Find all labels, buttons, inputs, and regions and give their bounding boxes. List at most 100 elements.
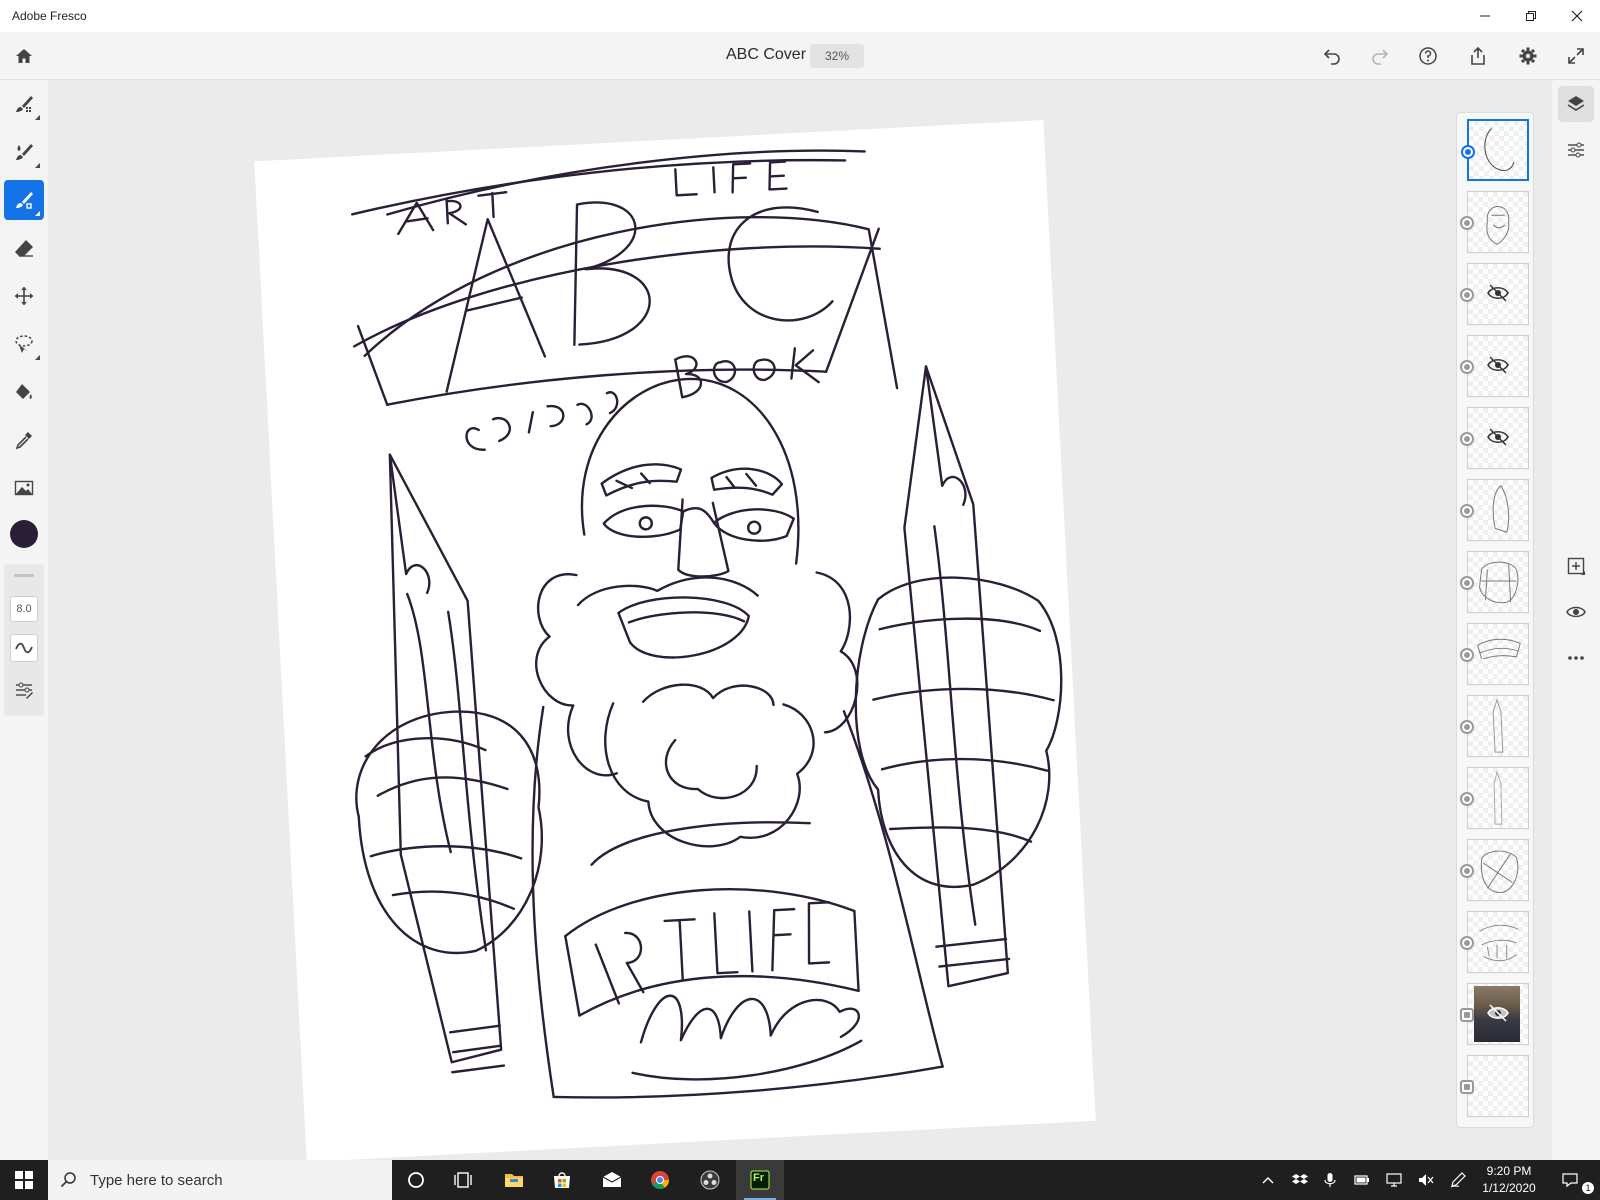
network-tray[interactable] — [1384, 1170, 1404, 1190]
minimize-button[interactable] — [1462, 0, 1508, 32]
layer-selector[interactable] — [1460, 576, 1474, 590]
microphone-icon — [1324, 1173, 1336, 1187]
chrome-button[interactable] — [636, 1160, 684, 1200]
layer-thumbnail[interactable] — [1461, 119, 1529, 181]
layer-selector[interactable] — [1460, 792, 1474, 806]
visibility-button[interactable] — [1558, 594, 1594, 630]
obs-icon — [700, 1170, 720, 1190]
right-rail — [1552, 80, 1600, 1160]
tool-fill[interactable] — [4, 372, 44, 412]
tool-place-image[interactable] — [4, 468, 44, 508]
dropbox-tray[interactable] — [1290, 1170, 1310, 1190]
tool-eraser[interactable] — [4, 228, 44, 268]
tool-vector-brush[interactable] — [4, 180, 44, 220]
layer-selector[interactable] — [1460, 216, 1474, 230]
fullscreen-button[interactable] — [1562, 42, 1590, 70]
volume-tray[interactable] — [1416, 1170, 1436, 1190]
image-layer-selector[interactable] — [1460, 1008, 1474, 1022]
pen-tray[interactable] — [1448, 1170, 1468, 1190]
layers-icon — [1567, 96, 1585, 111]
tool-eyedropper[interactable] — [4, 420, 44, 460]
layer-thumbnail[interactable] — [1460, 1055, 1529, 1117]
store-button[interactable] — [538, 1160, 586, 1200]
taskbar-clock[interactable]: 9:20 PM 1/12/2020 — [1474, 1163, 1544, 1197]
layer-selector[interactable] — [1460, 360, 1474, 374]
image-layer-selector[interactable] — [1460, 1080, 1474, 1094]
restore-button[interactable] — [1508, 0, 1554, 32]
zoom-level[interactable]: 32% — [810, 44, 864, 68]
brush-settings-button[interactable] — [10, 676, 38, 704]
layer-thumbnail[interactable] — [1460, 263, 1529, 325]
share-button[interactable] — [1464, 42, 1492, 70]
file-explorer-button[interactable] — [490, 1160, 538, 1200]
layer-thumbnail[interactable] — [1460, 983, 1529, 1045]
layer-thumbnail[interactable] — [1460, 911, 1529, 973]
cortana-icon — [408, 1172, 424, 1188]
layer-thumbnail[interactable] — [1460, 623, 1529, 685]
microphone-tray[interactable] — [1320, 1170, 1340, 1190]
tool-options-indicator — [35, 355, 40, 360]
document-title[interactable]: ABC Cover — [726, 46, 806, 64]
redo-button[interactable] — [1366, 42, 1394, 70]
settings-gear-icon — [1519, 47, 1537, 65]
start-button[interactable] — [0, 1160, 48, 1200]
canvas-area[interactable] — [48, 80, 1552, 1160]
layer-selector[interactable] — [1460, 504, 1474, 518]
layer-properties-button[interactable] — [1558, 132, 1594, 168]
layer-selector[interactable] — [1461, 145, 1475, 159]
layer-selector[interactable] — [1460, 648, 1474, 662]
layer-thumbnail[interactable] — [1460, 191, 1529, 253]
artboard[interactable] — [254, 120, 1096, 1160]
layer-thumbnail[interactable] — [1460, 479, 1529, 541]
layer-selector[interactable] — [1460, 432, 1474, 446]
task-view-icon — [454, 1172, 472, 1188]
notification-badge: 1 — [1582, 1182, 1594, 1194]
layers-panel — [1456, 112, 1534, 1128]
fresco-taskbar-button[interactable]: Fr — [736, 1160, 784, 1200]
redo-icon — [1372, 49, 1389, 65]
layers-button[interactable] — [1558, 86, 1594, 122]
more-options-button[interactable] — [1558, 640, 1594, 676]
panel-grip[interactable] — [14, 574, 34, 577]
tool-selection[interactable] — [4, 324, 44, 364]
tool-pixel-brush[interactable] — [4, 84, 44, 124]
layer-selector[interactable] — [1460, 720, 1474, 734]
layer-thumbnail[interactable] — [1460, 335, 1529, 397]
mute-icon — [1419, 1174, 1434, 1186]
layer-thumbnail[interactable] — [1460, 407, 1529, 469]
tray-overflow-button[interactable] — [1258, 1170, 1278, 1190]
task-view-button[interactable] — [440, 1160, 488, 1200]
tool-transform[interactable] — [4, 276, 44, 316]
close-button[interactable] — [1554, 0, 1600, 32]
battery-tray[interactable] — [1352, 1170, 1372, 1190]
layer-thumbnail[interactable] — [1460, 839, 1529, 901]
home-button[interactable] — [10, 42, 38, 70]
cortana-button[interactable] — [392, 1160, 440, 1200]
help-button[interactable] — [1414, 42, 1442, 70]
layer-selector[interactable] — [1460, 864, 1474, 878]
smoothing-button[interactable] — [10, 634, 38, 662]
add-layer-icon — [1567, 557, 1585, 575]
drawing-artwork — [351, 149, 1063, 1099]
brush-size-field[interactable]: 8.0 — [10, 596, 38, 622]
undo-button[interactable] — [1318, 42, 1346, 70]
app-title: Adobe Fresco — [12, 9, 87, 23]
layer-selector[interactable] — [1460, 288, 1474, 302]
settings-button[interactable] — [1514, 42, 1542, 70]
taskbar-search[interactable]: Type here to search — [48, 1160, 392, 1200]
hidden-eye-icon — [1487, 356, 1509, 374]
add-layer-button[interactable] — [1558, 548, 1594, 584]
layer-thumbnail[interactable] — [1460, 767, 1529, 829]
layer-selector[interactable] — [1460, 936, 1474, 950]
tool-live-brush[interactable] — [4, 132, 44, 172]
fresco-window: Adobe Fresco ABC Cover 32% 8.0 Type here… — [0, 0, 1600, 1200]
chrome-icon — [651, 1171, 669, 1190]
eyedropper-icon — [15, 432, 32, 450]
mail-button[interactable] — [588, 1160, 636, 1200]
obs-button[interactable] — [686, 1160, 734, 1200]
color-swatch[interactable] — [10, 520, 38, 548]
action-center-button[interactable] — [1560, 1170, 1580, 1190]
layer-thumbnail[interactable] — [1460, 551, 1529, 613]
smoothing-wave-icon — [15, 642, 33, 654]
layer-thumbnail[interactable] — [1460, 695, 1529, 757]
